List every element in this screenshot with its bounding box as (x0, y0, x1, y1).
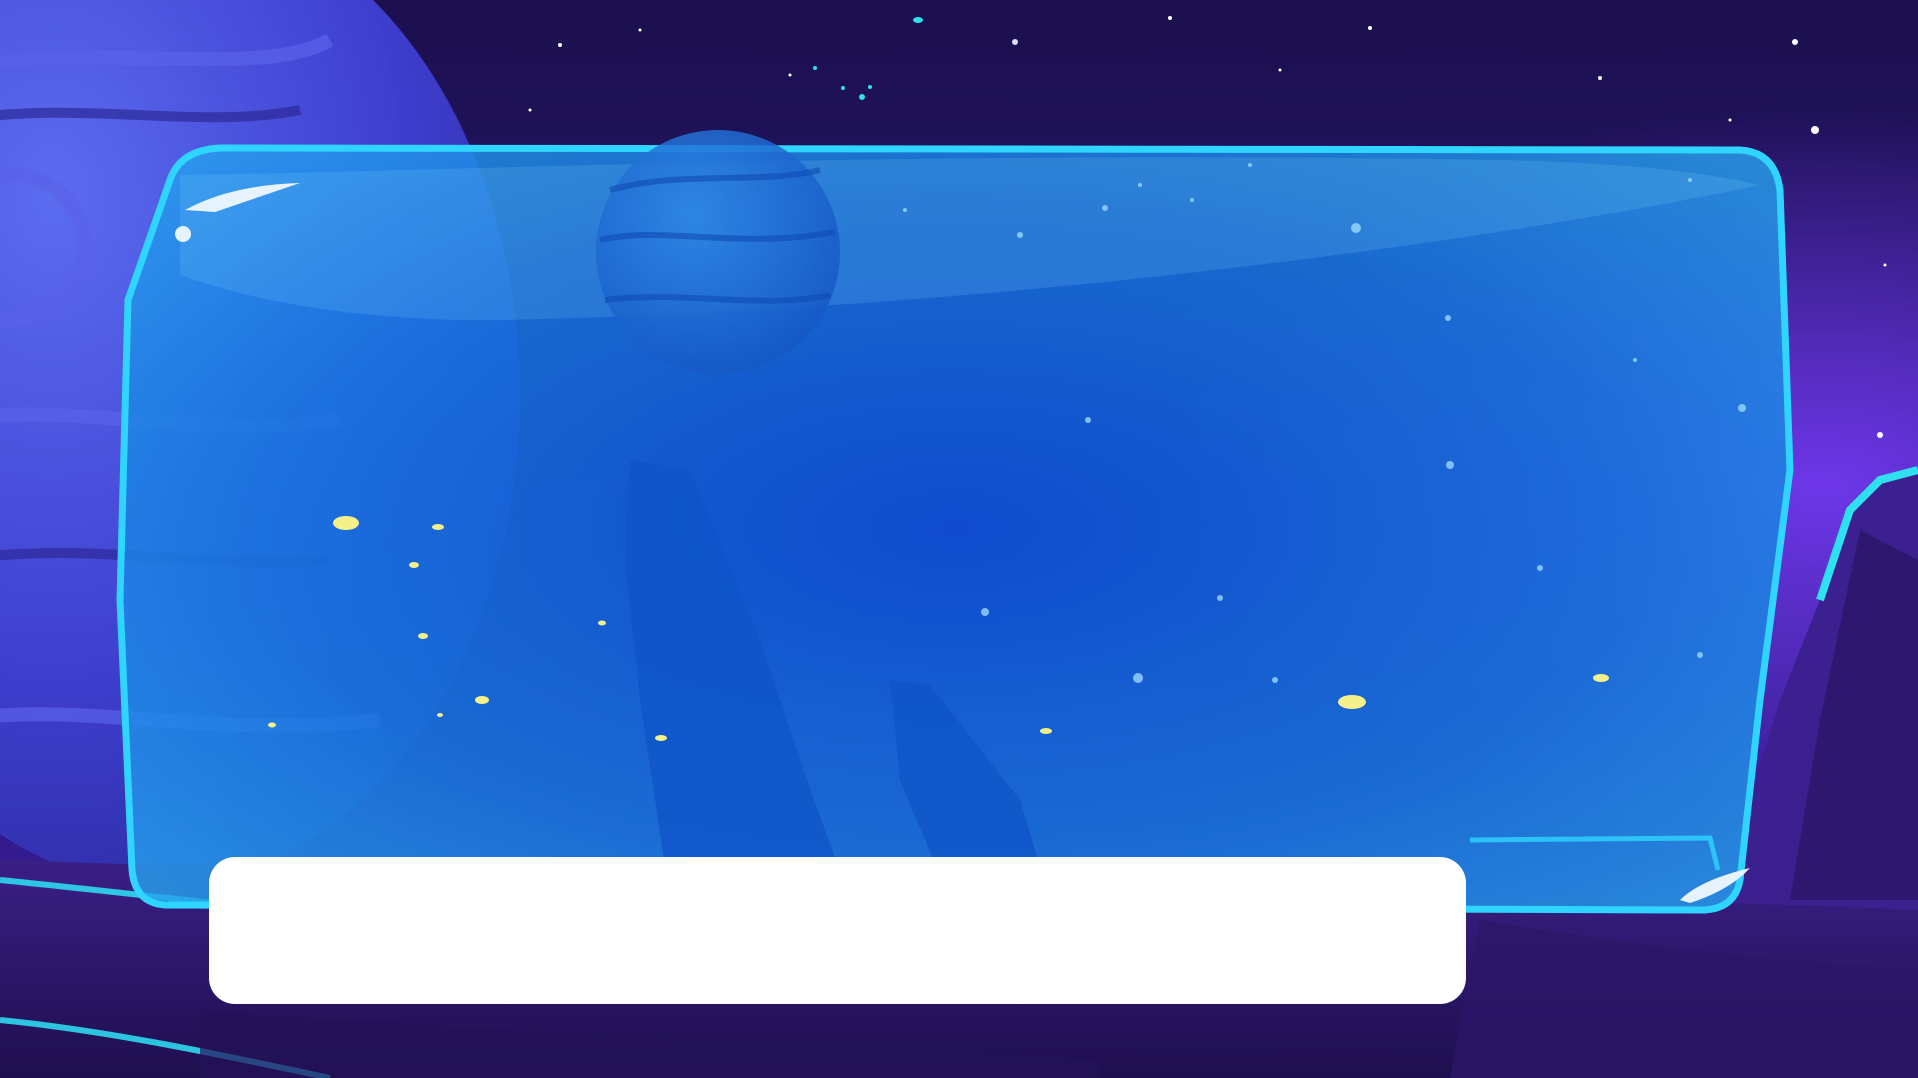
game-scene (0, 0, 1918, 1078)
dialog-box[interactable] (209, 857, 1466, 1004)
glass-panel (116, 130, 1794, 914)
